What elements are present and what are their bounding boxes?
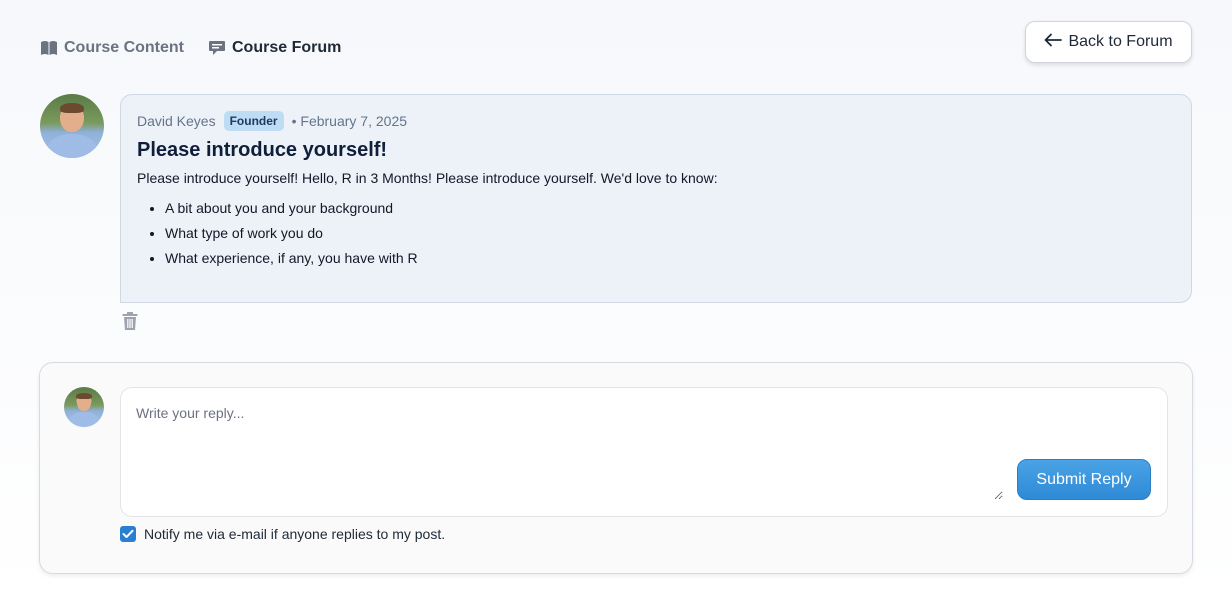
notify-option[interactable]: Notify me via e-mail if anyone replies t… [120,526,445,542]
trash-icon[interactable] [121,311,139,331]
book-icon [40,40,58,56]
user-avatar [64,387,104,427]
post-author: David Keyes [137,113,216,129]
author-avatar [40,94,104,158]
list-item: A bit about you and your background [165,200,1175,216]
list-item: What type of work you do [165,225,1175,241]
tab-course-content[interactable]: Course Content [40,39,184,57]
back-to-forum-button[interactable]: Back to Forum [1025,21,1192,63]
check-icon [122,529,134,538]
arrow-left-icon [1044,33,1063,52]
submit-reply-button[interactable]: Submit Reply [1017,459,1151,500]
post-date-line: • February 7, 2025 [292,113,407,129]
notify-checkbox[interactable] [120,526,136,542]
post-date: February 7, 2025 [300,113,408,129]
back-to-forum-label: Back to Forum [1068,33,1173,50]
course-nav: Course Content Course Forum [40,39,341,57]
post-title: Please introduce yourself! [137,139,388,161]
post-intro: Please introduce yourself! Hello, R in 3… [137,170,718,186]
list-item: What experience, if any, you have with R [165,250,1175,266]
tab-course-forum-label: Course Forum [232,39,342,56]
reply-textarea[interactable] [128,395,1003,500]
chat-icon [208,39,226,57]
forum-post: David Keyes Founder • February 7, 2025 P… [120,94,1192,303]
founder-badge: Founder [223,111,284,131]
post-bullet-list: A bit about you and your background What… [137,200,1175,266]
notify-label: Notify me via e-mail if anyone replies t… [144,526,446,542]
date-separator: • [291,113,297,129]
tab-course-forum[interactable]: Course Forum [208,39,341,57]
post-meta: David Keyes Founder • February 7, 2025 [137,111,1175,131]
tab-course-content-label: Course Content [64,39,184,56]
